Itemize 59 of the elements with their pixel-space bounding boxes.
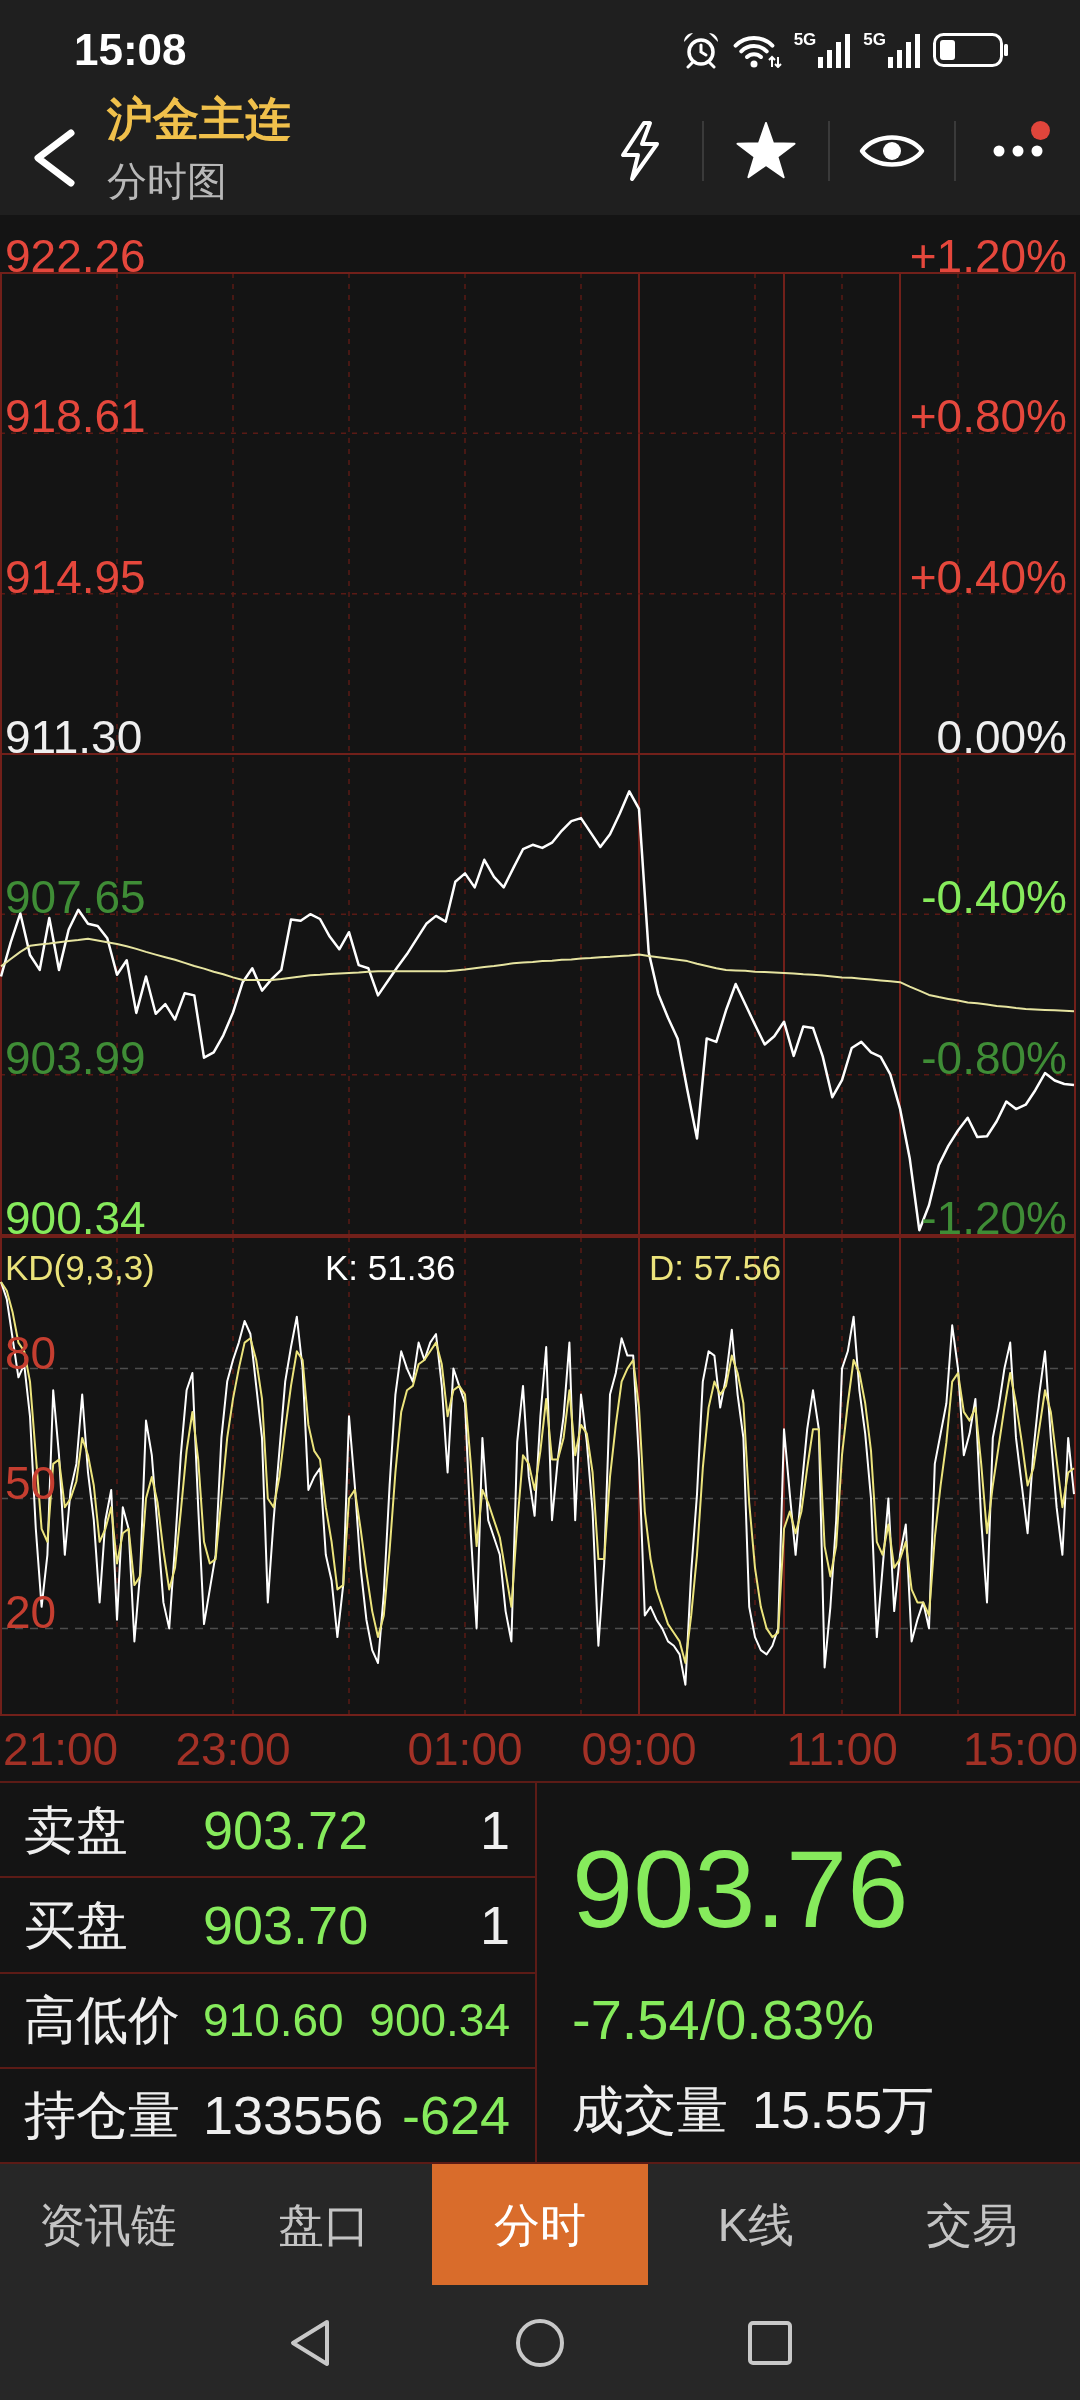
- percent-change-label: +0.40%: [909, 553, 1067, 600]
- quote-value: -624: [401, 2088, 510, 2143]
- chart-type-subtitle: 分时图: [107, 157, 228, 205]
- signal-icon: [888, 32, 921, 68]
- volume-value: 15.55万: [752, 2084, 935, 2136]
- battery-icon: [933, 33, 1009, 67]
- price-axis-label: 911.30: [5, 714, 143, 760]
- price-axis-label: 922.26: [5, 233, 146, 279]
- time-axis-label: 21:00: [3, 1726, 119, 1772]
- quote-label: 卖盘: [24, 1803, 129, 1856]
- time-axis-label: 15:00: [962, 1726, 1078, 1772]
- percent-change-label: -0.40%: [921, 874, 1067, 921]
- quote-value: 903.70: [203, 1897, 369, 1952]
- time-axis-label: 01:00: [407, 1726, 523, 1772]
- time-axis-label: 09:00: [581, 1726, 697, 1772]
- quote-value: 1: [479, 1897, 510, 1952]
- star-icon[interactable]: [735, 122, 797, 179]
- percent-change-label: +0.80%: [909, 393, 1067, 440]
- back-icon[interactable]: [31, 128, 76, 187]
- recent-apps-icon[interactable]: [747, 2319, 793, 2366]
- price-axis-label: 918.61: [5, 393, 146, 440]
- indicator-reading: K: 51.36: [325, 1248, 456, 1288]
- price-axis-label: 903.99: [5, 1034, 146, 1081]
- percent-change-label: +1.20%: [909, 233, 1067, 279]
- tab[interactable]: 盘口: [216, 2164, 432, 2285]
- quote-value: 900.34: [369, 1997, 510, 2044]
- tab[interactable]: 交易: [864, 2164, 1080, 2285]
- price-change: -7.54/0.83%: [572, 1990, 875, 2050]
- tab[interactable]: 资讯链: [0, 2164, 216, 2285]
- network-type-label: 5G: [863, 30, 886, 49]
- more-icon[interactable]: [993, 144, 1043, 157]
- alarm-icon: [681, 31, 720, 69]
- percent-change-label: -0.80%: [921, 1034, 1067, 1081]
- y-axis-label: 20: [5, 1589, 57, 1636]
- quote-label: 高低价: [24, 1994, 181, 2047]
- quote-label: 持仓量: [24, 2089, 181, 2142]
- home-icon[interactable]: [515, 2317, 565, 2368]
- price-axis-label: 900.34: [5, 1195, 146, 1241]
- quote-label: 买盘: [24, 1898, 129, 1951]
- quote-value: 133556: [203, 2088, 384, 2143]
- tab[interactable]: K线: [648, 2164, 864, 2285]
- percent-change-label: 0.00%: [936, 714, 1067, 760]
- quote-value: 910.60: [203, 1997, 344, 2044]
- quote-value: 903.72: [203, 1802, 369, 1857]
- back-icon[interactable]: [289, 2317, 331, 2368]
- time-axis-label: 11:00: [786, 1726, 898, 1772]
- volume-label: 成交量: [572, 2084, 728, 2136]
- indicator-title: KD(9,3,3): [5, 1248, 155, 1288]
- price-axis-label: 907.65: [5, 874, 146, 921]
- signal-icon: [818, 32, 852, 68]
- clock-time: 15:08: [74, 28, 187, 72]
- instrument-title: 沪金主连: [107, 93, 291, 144]
- indicator-reading: D: 57.56: [649, 1248, 782, 1288]
- price-axis-label: 914.95: [5, 553, 146, 600]
- network-type-label: 5G: [793, 30, 817, 49]
- percent-change-label: -1.20%: [921, 1195, 1067, 1241]
- time-axis-label: 23:00: [175, 1726, 291, 1772]
- quote-value: 1: [479, 1802, 510, 1857]
- last-price: 903.76: [572, 1834, 910, 1944]
